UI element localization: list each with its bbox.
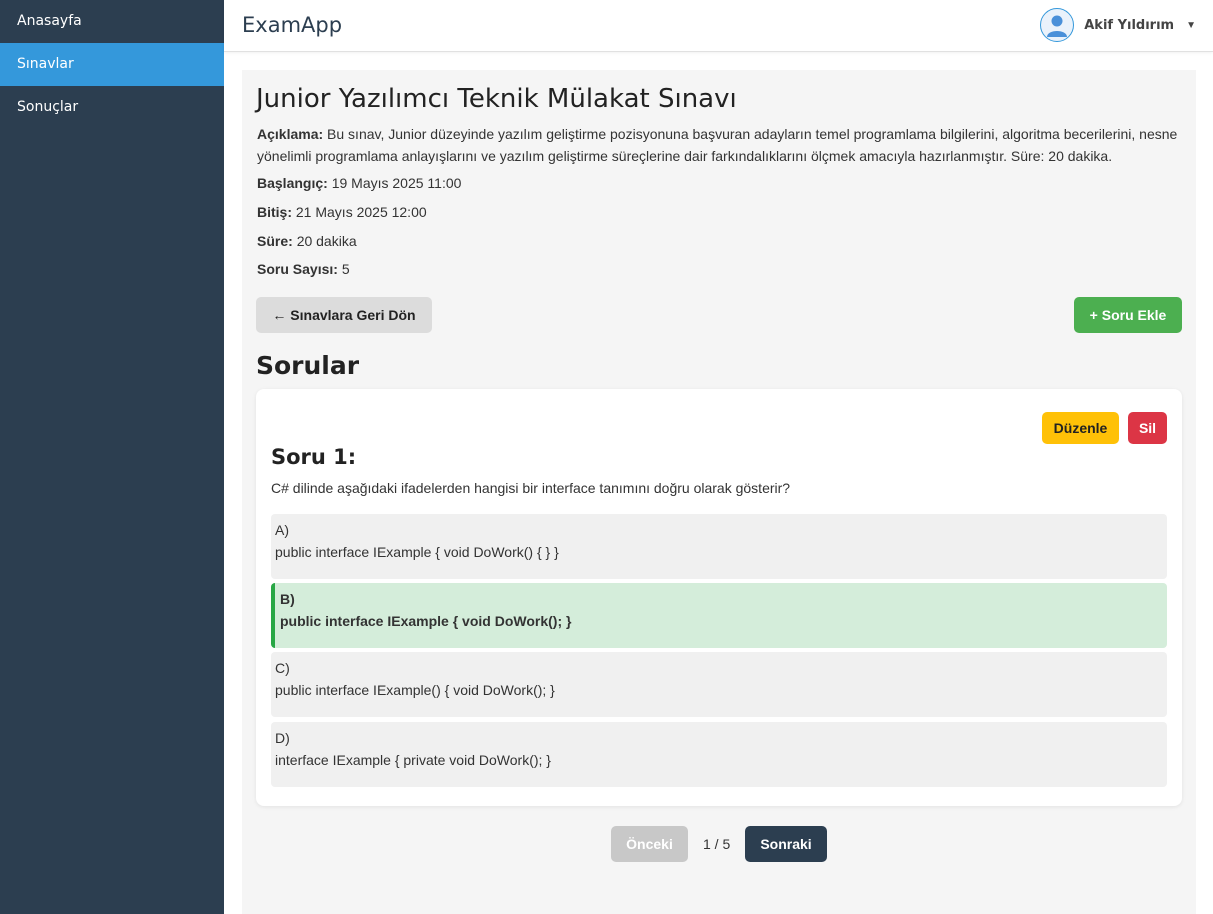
user-name: Akif Yıldırım (1084, 17, 1175, 33)
option-b-correct[interactable]: B) public interface IExample { void DoWo… (271, 583, 1167, 648)
option-letter: C) (275, 660, 290, 676)
edit-question-button[interactable]: Düzenle (1042, 412, 1119, 444)
question-count-label: Soru Sayısı: (257, 261, 338, 277)
question-card: Düzenle Sil Soru 1: C# dilinde aşağıdaki… (256, 389, 1182, 806)
back-to-exams-button[interactable]: ← Sınavlara Geri Dön (256, 297, 432, 333)
question-title: Soru 1: (271, 445, 357, 469)
questions-section-title: Sorular (256, 351, 360, 380)
delete-question-button[interactable]: Sil (1128, 412, 1167, 444)
option-a[interactable]: A) public interface IExample { void DoWo… (271, 514, 1167, 579)
exam-detail-panel: Junior Yazılımcı Teknik Mülakat Sınavı A… (242, 70, 1196, 914)
exam-duration: Süre: 20 dakika (257, 233, 357, 249)
duration-value: 20 dakika (296, 233, 357, 249)
option-letter: D) (275, 730, 290, 746)
exam-start: Başlangıç: 19 Mayıs 2025 11:00 (257, 175, 461, 191)
option-text: public interface IExample() { void DoWor… (275, 682, 555, 698)
top-bar: ExamApp Akif Yıldırım ▼ (224, 0, 1213, 52)
exam-description: Açıklama: Bu sınav, Junior düzeyinde yaz… (257, 123, 1187, 167)
option-d[interactable]: D) interface IExample { private void DoW… (271, 722, 1167, 787)
user-menu[interactable]: Akif Yıldırım ▼ (1040, 8, 1196, 42)
pagination: Önceki 1 / 5 Sonraki (242, 826, 1196, 862)
option-text: interface IExample { private void DoWork… (275, 752, 551, 768)
end-label: Bitiş: (257, 204, 292, 220)
start-label: Başlangıç: (257, 175, 328, 191)
description-text: Bu sınav, Junior düzeyinde yazılım geliş… (257, 126, 1178, 164)
option-text: public interface IExample { void DoWork(… (280, 613, 572, 629)
user-avatar-icon (1040, 8, 1075, 42)
option-letter: A) (275, 522, 289, 538)
sidebar-item-sonuclar[interactable]: Sonuçlar (0, 86, 224, 129)
page-indicator: 1 / 5 (703, 836, 731, 852)
app-brand: ExamApp (242, 13, 343, 37)
description-label: Açıklama: (257, 126, 324, 142)
exam-question-count: Soru Sayısı: 5 (257, 261, 350, 277)
next-button[interactable]: Sonraki (745, 826, 827, 862)
option-c[interactable]: C) public interface IExample() { void Do… (271, 652, 1167, 717)
sidebar: Anasayfa Sınavlar Sonuçlar (0, 0, 224, 914)
sidebar-item-anasayfa[interactable]: Anasayfa (0, 0, 224, 43)
caret-down-icon: ▼ (1186, 19, 1196, 31)
start-value: 19 Mayıs 2025 11:00 (331, 175, 462, 191)
question-count-value: 5 (341, 261, 350, 277)
duration-label: Süre: (257, 233, 293, 249)
previous-button[interactable]: Önceki (611, 826, 688, 862)
sidebar-item-sinavlar[interactable]: Sınavlar (0, 43, 224, 86)
option-text: public interface IExample { void DoWork(… (275, 544, 559, 560)
end-value: 21 Mayıs 2025 12:00 (295, 204, 427, 220)
add-question-button[interactable]: + Soru Ekle (1074, 297, 1182, 333)
exam-end: Bitiş: 21 Mayıs 2025 12:00 (257, 204, 427, 220)
option-letter: B) (280, 591, 295, 607)
question-text: C# dilinde aşağıdaki ifadelerden hangisi… (271, 480, 791, 496)
exam-title: Junior Yazılımcı Teknik Mülakat Sınavı (256, 84, 737, 114)
